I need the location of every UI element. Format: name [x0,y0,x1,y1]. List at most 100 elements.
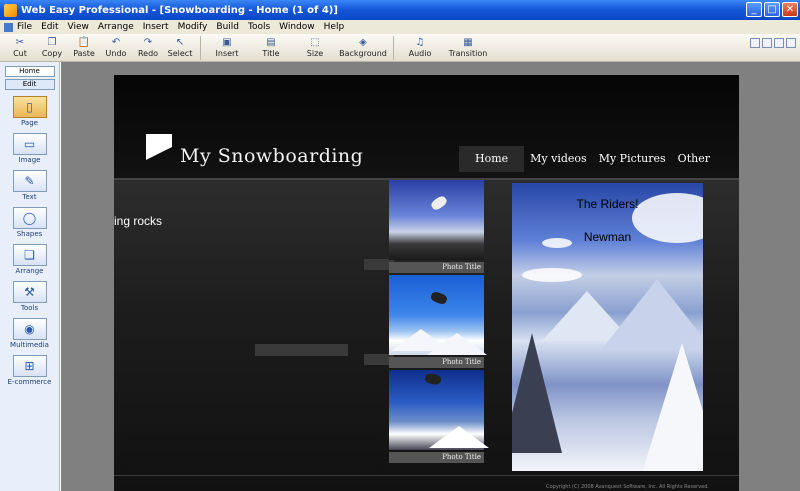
panel-multimedia-button[interactable]: ◉ Multimedia [0,318,59,349]
menu-tools[interactable]: Tools [248,22,270,32]
copy-button[interactable]: ❐ Copy [36,34,68,59]
menu-bar: File Edit View Arrange Insert Modify Bui… [0,20,800,34]
insert-button[interactable]: ▣ Insert [205,34,249,59]
footer-copyright[interactable]: Copyright (C) 2008 Avanquest Software, I… [546,484,709,490]
photo-1[interactable] [389,180,484,260]
cart-icon: ⊞ [12,355,47,377]
preview-icon[interactable] [762,38,772,48]
close-button[interactable]: ✕ [782,2,798,17]
scissors-icon: ✂ [15,36,25,48]
page-icon: ▯ [12,96,47,118]
title-button[interactable]: ▤ Title [249,34,293,59]
mountain-lake-picture[interactable]: The Riders! Newman [512,183,703,471]
arrange-icon: ❏ [12,244,47,266]
text-label: Text [22,193,37,201]
tab-edit[interactable]: Edit [4,79,55,90]
photo-title-1[interactable]: Photo Title [389,262,484,273]
paste-button[interactable]: 📋 Paste [68,34,100,59]
snowboarder-figure [424,372,442,386]
photo-3[interactable] [389,370,489,450]
panel-shapes-button[interactable]: ◯ Shapes [0,207,59,238]
size-label: Size [306,49,324,58]
nav-home[interactable]: Home [459,146,525,172]
cut-button[interactable]: ✂ Cut [4,34,36,59]
transition-button[interactable]: ▦ Transition [442,34,494,59]
placeholder-block[interactable] [255,344,348,356]
help-icon[interactable] [750,38,760,48]
photo-2[interactable] [389,275,487,355]
photo-title-2[interactable]: Photo Title [389,357,484,368]
ecommerce-label: E-commerce [7,378,52,386]
panel-text-button[interactable]: ✎ Text [0,170,59,201]
menu-file[interactable]: File [17,22,32,32]
publish-icon[interactable] [774,38,784,48]
maximize-button[interactable]: □ [764,2,780,17]
audio-icon: ♫ [415,36,425,48]
page-label: Page [21,119,38,127]
panel-tools-button[interactable]: ⚒ Tools [0,281,59,312]
menu-arrange[interactable]: Arrange [98,22,134,32]
size-button[interactable]: ⬚ Size [293,34,337,59]
background-button[interactable]: ◈ Background [337,34,389,59]
nav-my-videos[interactable]: My videos [524,146,593,172]
left-panel: Home Edit ▯ Page ▭ Image ✎ Text ◯ Shapes ❏ Ar… [0,62,60,491]
footer-divider [114,475,739,476]
tools-icon: ⚒ [12,281,47,303]
nav-other[interactable]: Other [672,146,716,172]
mountain-peak [602,279,703,349]
rider-name[interactable]: Newman [512,230,703,244]
mountain-peak [512,333,562,453]
menu-modify[interactable]: Modify [178,22,208,32]
menu-window[interactable]: Window [279,22,315,32]
copy-label: Copy [41,49,63,58]
undo-button[interactable]: ↶ Undo [100,34,132,59]
menu-edit[interactable]: Edit [41,22,58,32]
toolbar: ✂ Cut ❐ Copy 📋 Paste ↶ Undo ↷ Redo ↖ Select ▣ I… [0,34,800,62]
transition-label: Transition [448,49,488,58]
title-icon: ▤ [266,36,276,48]
toolbar-separator [200,36,201,60]
select-button[interactable]: ↖ Select [164,34,196,59]
site-logo-icon[interactable] [146,134,172,160]
audio-button[interactable]: ♫ Audio [398,34,442,59]
select-label: Select [167,49,193,58]
design-workspace[interactable]: My Snowboarding Home My videos My Pictur… [61,62,800,491]
document-icon [4,22,13,32]
nav-my-pictures[interactable]: My Pictures [593,146,672,172]
site-nav: Home My videos My Pictures Other [459,146,716,172]
cloud-shape [522,268,582,282]
multimedia-icon: ◉ [12,318,47,340]
arrange-label: Arrange [15,267,44,275]
menu-help[interactable]: Help [324,22,345,32]
menu-insert[interactable]: Insert [143,22,169,32]
scrolling-text[interactable]: ing rocks [114,214,162,228]
web-page-canvas[interactable]: My Snowboarding Home My videos My Pictur… [114,75,739,491]
menu-view[interactable]: View [68,22,89,32]
paste-label: Paste [73,49,95,58]
photo-title-3[interactable]: Photo Title [389,452,484,463]
panel-arrange-button[interactable]: ❏ Arrange [0,244,59,275]
image-icon: ▭ [12,133,47,155]
site-header[interactable]: My Snowboarding Home My videos My Pictur… [114,75,739,178]
paste-icon: 📋 [77,36,91,48]
riders-heading[interactable]: The Riders! [512,197,703,211]
redo-icon: ↷ [143,36,153,48]
panel-image-button[interactable]: ▭ Image [0,133,59,164]
panel-page-button[interactable]: ▯ Page [0,96,59,127]
undo-icon: ↶ [111,36,121,48]
menu-build[interactable]: Build [216,22,239,32]
snowboarder-figure [429,194,449,212]
grid-icon[interactable] [786,38,796,48]
app-icon [4,3,17,17]
shapes-icon: ◯ [12,207,47,229]
paint-bucket-icon: ◈ [359,36,367,48]
redo-button[interactable]: ↷ Redo [132,34,164,59]
page-body: ing rocks Photo Title Photo Title Photo … [114,180,739,491]
tab-home[interactable]: Home [4,66,55,77]
site-title[interactable]: My Snowboarding [180,145,363,167]
text-icon: ✎ [12,170,47,192]
title-label: Title [262,49,280,58]
minimize-button[interactable]: _ [746,2,762,17]
image-label: Image [18,156,41,164]
panel-ecommerce-button[interactable]: ⊞ E-commerce [0,355,59,386]
